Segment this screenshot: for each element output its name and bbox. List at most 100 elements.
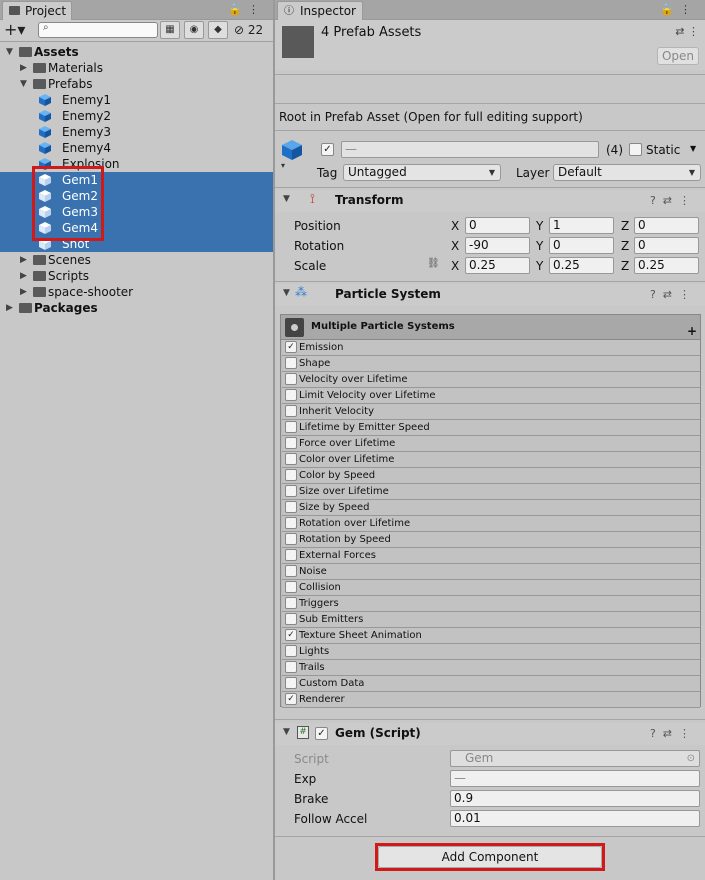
module-row[interactable]: Color over Lifetime bbox=[282, 452, 700, 468]
header-menu-icons[interactable]: ⇄ ⋮ bbox=[675, 25, 699, 38]
follow-accel-field[interactable]: 0.01 bbox=[450, 810, 700, 827]
module-row[interactable]: ✓ Renderer bbox=[282, 692, 700, 708]
y-field[interactable]: 0.25 bbox=[549, 257, 614, 274]
collapse-arrow-icon[interactable]: ▼ bbox=[283, 194, 293, 204]
module-row[interactable]: Sub Emitters bbox=[282, 612, 700, 628]
y-field[interactable]: 0 bbox=[549, 237, 614, 254]
particle-system-header[interactable]: ▼ ⁂ Particle System ?⇄⋮ bbox=[275, 284, 705, 306]
static-checkbox[interactable] bbox=[629, 143, 642, 156]
module-checkbox[interactable] bbox=[285, 357, 297, 369]
tree-prefab-row[interactable]: Enemy2 bbox=[0, 108, 273, 124]
brake-field[interactable]: 0.9 bbox=[450, 790, 700, 807]
icon-dropdown-icon[interactable]: ▾ bbox=[281, 161, 285, 170]
module-checkbox[interactable] bbox=[285, 405, 297, 417]
module-row[interactable]: Size over Lifetime bbox=[282, 484, 700, 500]
tree-folder-row[interactable]: ▼ Prefabs bbox=[0, 76, 273, 92]
module-row[interactable]: Inherit Velocity bbox=[282, 404, 700, 420]
gem-script-header[interactable]: ▼ # ✓ Gem (Script) ?⇄⋮ bbox=[275, 723, 705, 745]
z-field[interactable]: 0 bbox=[634, 237, 699, 254]
tab-menu-icons-inspector[interactable]: 🔒⋮ bbox=[660, 3, 697, 16]
open-button[interactable]: Open bbox=[657, 47, 699, 65]
tab-project[interactable]: Project bbox=[2, 1, 72, 20]
collapsed-arrow-icon[interactable]: ▶ bbox=[20, 60, 30, 76]
collapsed-arrow-icon[interactable]: ▶ bbox=[20, 268, 30, 284]
module-checkbox[interactable] bbox=[285, 565, 297, 577]
module-row[interactable]: Size by Speed bbox=[282, 500, 700, 516]
module-checkbox[interactable] bbox=[285, 517, 297, 529]
constrain-proportions-icon[interactable]: ⛓ bbox=[427, 258, 440, 269]
tab-inspector[interactable]: ⓘ Inspector bbox=[277, 1, 363, 20]
collapsed-arrow-icon[interactable]: ▶ bbox=[20, 252, 30, 268]
tree-folder-row[interactable]: ▶ Scripts bbox=[0, 268, 273, 284]
module-checkbox[interactable]: ✓ bbox=[285, 629, 297, 641]
module-row[interactable]: Lights bbox=[282, 644, 700, 660]
transform-header[interactable]: ▼ ⟟ Transform ?⇄⋮ bbox=[275, 190, 705, 212]
tree-folder-row[interactable]: ▶ Materials bbox=[0, 60, 273, 76]
component-menu-icons[interactable]: ?⇄⋮ bbox=[650, 288, 697, 301]
module-checkbox[interactable] bbox=[285, 501, 297, 513]
active-checkbox[interactable]: ✓ bbox=[321, 143, 334, 156]
module-row[interactable]: Custom Data bbox=[282, 676, 700, 692]
module-checkbox[interactable]: ✓ bbox=[285, 341, 297, 353]
module-checkbox[interactable] bbox=[285, 661, 297, 673]
layer-dropdown[interactable]: Default bbox=[553, 164, 701, 181]
x-field[interactable]: 0 bbox=[465, 217, 530, 234]
module-checkbox[interactable] bbox=[285, 421, 297, 433]
tree-folder-row[interactable]: ▶ space-shooter bbox=[0, 284, 273, 300]
filter-label-icon[interactable]: ◆ bbox=[208, 21, 228, 39]
z-field[interactable]: 0.25 bbox=[634, 257, 699, 274]
tab-menu-icons[interactable]: 🔒⋮ bbox=[228, 3, 265, 16]
search-input[interactable]: ⌕ bbox=[38, 22, 158, 38]
object-picker-icon[interactable]: ⊙ bbox=[687, 751, 695, 766]
module-row[interactable]: External Forces bbox=[282, 548, 700, 564]
name-field[interactable]: — bbox=[341, 141, 599, 158]
component-menu-icons[interactable]: ?⇄⋮ bbox=[650, 194, 697, 207]
module-checkbox[interactable] bbox=[285, 453, 297, 465]
module-row[interactable]: Noise bbox=[282, 564, 700, 580]
module-row[interactable]: Color by Speed bbox=[282, 468, 700, 484]
collapse-arrow-icon[interactable]: ▼ bbox=[283, 288, 293, 298]
z-field[interactable]: 0 bbox=[634, 217, 699, 234]
expanded-arrow-icon[interactable]: ▼ bbox=[6, 44, 16, 60]
module-checkbox[interactable] bbox=[285, 533, 297, 545]
module-checkbox[interactable] bbox=[285, 469, 297, 481]
tree-folder-row[interactable]: ▶ Scenes bbox=[0, 252, 273, 268]
module-row[interactable]: Shape bbox=[282, 356, 700, 372]
module-checkbox[interactable] bbox=[285, 485, 297, 497]
expanded-arrow-icon[interactable]: ▼ bbox=[20, 76, 30, 92]
module-row[interactable]: Lifetime by Emitter Speed bbox=[282, 420, 700, 436]
module-checkbox[interactable] bbox=[285, 437, 297, 449]
module-row[interactable]: Force over Lifetime bbox=[282, 436, 700, 452]
tree-prefab-row[interactable]: Enemy1 bbox=[0, 92, 273, 108]
tag-dropdown[interactable]: Untagged bbox=[343, 164, 501, 181]
module-row[interactable]: Collision bbox=[282, 580, 700, 596]
module-row[interactable]: Rotation by Speed bbox=[282, 532, 700, 548]
module-checkbox[interactable] bbox=[285, 613, 297, 625]
collapsed-arrow-icon[interactable]: ▶ bbox=[6, 300, 16, 316]
module-checkbox[interactable] bbox=[285, 597, 297, 609]
tree-folder-row[interactable]: ▶ Packages bbox=[0, 300, 273, 316]
hidden-packages-toggle[interactable]: ⊘ 22 bbox=[234, 21, 263, 39]
tree-prefab-row[interactable]: Enemy4 bbox=[0, 140, 273, 156]
module-row[interactable]: Rotation over Lifetime bbox=[282, 516, 700, 532]
module-checkbox[interactable] bbox=[285, 677, 297, 689]
module-checkbox[interactable]: ✓ bbox=[285, 693, 297, 705]
y-field[interactable]: 1 bbox=[549, 217, 614, 234]
gem-enabled-checkbox[interactable]: ✓ bbox=[315, 727, 328, 740]
create-button[interactable]: +▾ bbox=[4, 21, 36, 39]
module-checkbox[interactable] bbox=[285, 389, 297, 401]
module-row[interactable]: Triggers bbox=[282, 596, 700, 612]
component-menu-icons[interactable]: ?⇄⋮ bbox=[650, 727, 697, 740]
module-checkbox[interactable] bbox=[285, 645, 297, 657]
tree-folder-row[interactable]: ▼ Assets bbox=[0, 44, 273, 60]
static-dropdown-icon[interactable]: ▼ bbox=[690, 144, 696, 153]
module-row[interactable]: ✓ Texture Sheet Animation bbox=[282, 628, 700, 644]
x-field[interactable]: 0.25 bbox=[465, 257, 530, 274]
x-field[interactable]: -90 bbox=[465, 237, 530, 254]
module-row[interactable]: Limit Velocity over Lifetime bbox=[282, 388, 700, 404]
filter-type-icon[interactable]: ◉ bbox=[184, 21, 204, 39]
module-row[interactable]: Velocity over Lifetime bbox=[282, 372, 700, 388]
module-checkbox[interactable] bbox=[285, 581, 297, 593]
module-checkbox[interactable] bbox=[285, 373, 297, 385]
exp-field[interactable]: — bbox=[450, 770, 700, 787]
